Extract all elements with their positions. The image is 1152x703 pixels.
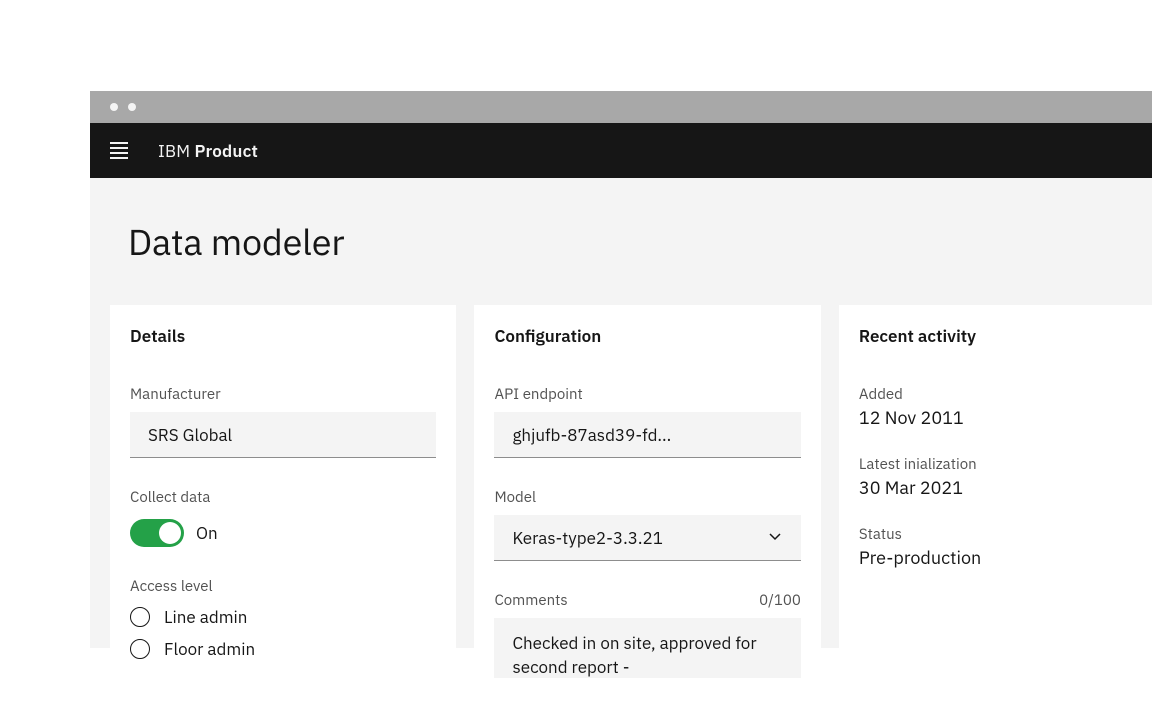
activity-status-value: Pre-production	[859, 546, 1132, 569]
radio-icon	[130, 607, 150, 627]
app-header: IBM Product	[90, 123, 1152, 178]
app-window: IBM Product Data modeler Details Manufac…	[90, 91, 1152, 648]
collect-data-toggle[interactable]	[130, 519, 184, 547]
manufacturer-label: Manufacturer	[130, 385, 436, 404]
toggle-knob	[159, 522, 181, 544]
collect-data-label: Collect data	[130, 488, 436, 507]
activity-added-label: Added	[859, 385, 1132, 404]
recent-activity-card: Recent activity Added 12 Nov 2011 Latest…	[839, 305, 1152, 703]
manufacturer-input[interactable]	[130, 412, 436, 458]
page-title: Data modeler	[90, 178, 1152, 265]
comments-field: Comments 0/100	[494, 591, 800, 683]
radio-label: Floor admin	[164, 638, 255, 660]
hamburger-menu-icon[interactable]	[110, 142, 128, 159]
comments-counter: 0/100	[759, 591, 801, 610]
recent-activity-title: Recent activity	[859, 325, 1132, 347]
api-endpoint-label: API endpoint	[494, 385, 800, 404]
details-title: Details	[130, 325, 436, 347]
brand-label: IBM Product	[158, 140, 258, 162]
cards-container: Details Manufacturer Collect data On Acc…	[90, 265, 1152, 703]
model-value: Keras-type2-3.3.21	[512, 527, 663, 549]
model-label: Model	[494, 488, 800, 507]
radio-label: Line admin	[164, 606, 247, 628]
activity-status: Status Pre-production	[859, 525, 1132, 569]
window-control-dot[interactable]	[128, 103, 136, 111]
brand-bold: Product	[195, 140, 259, 162]
api-endpoint-field: API endpoint	[494, 385, 800, 458]
configuration-card: Configuration API endpoint Model Keras-t…	[474, 305, 820, 703]
access-radio-floor-admin[interactable]: Floor admin	[130, 638, 436, 660]
chevron-down-icon	[767, 527, 783, 549]
window-control-dot[interactable]	[110, 103, 118, 111]
comments-label: Comments	[494, 591, 567, 610]
activity-added-value: 12 Nov 2011	[859, 406, 1132, 429]
activity-init-value: 30 Mar 2021	[859, 476, 1132, 499]
collect-data-field: Collect data On	[130, 488, 436, 547]
activity-init: Latest inialization 30 Mar 2021	[859, 455, 1132, 499]
model-select[interactable]: Keras-type2-3.3.21	[494, 515, 800, 561]
api-endpoint-input[interactable]	[494, 412, 800, 458]
details-card: Details Manufacturer Collect data On Acc…	[110, 305, 456, 703]
comments-textarea[interactable]	[494, 618, 800, 678]
activity-added: Added 12 Nov 2011	[859, 385, 1132, 429]
activity-init-label: Latest inialization	[859, 455, 1132, 474]
collect-data-state: On	[196, 522, 218, 544]
configuration-title: Configuration	[494, 325, 800, 347]
activity-status-label: Status	[859, 525, 1132, 544]
brand-light: IBM	[158, 140, 190, 162]
radio-icon	[130, 639, 150, 659]
model-field: Model Keras-type2-3.3.21	[494, 488, 800, 561]
access-level-label: Access level	[130, 577, 436, 596]
manufacturer-field: Manufacturer	[130, 385, 436, 458]
access-radio-line-admin[interactable]: Line admin	[130, 606, 436, 628]
window-titlebar	[90, 91, 1152, 123]
